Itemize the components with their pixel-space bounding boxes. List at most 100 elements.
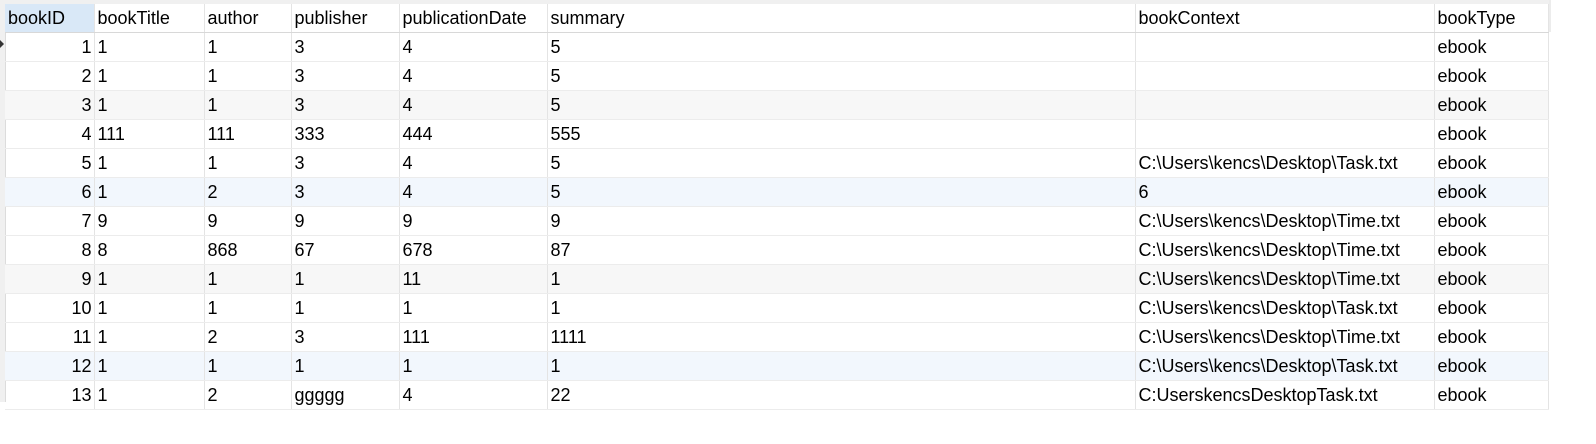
cell-booktitle[interactable]: 1 (94, 177, 205, 207)
cell-bookid[interactable]: 6 (5, 177, 95, 207)
cell-publicationdate[interactable]: 9 (399, 206, 548, 236)
cell-summary[interactable]: 5 (547, 61, 1136, 91)
table-row[interactable]: 10 1 1 1 1 1 C:\Users\kencs\Desktop\Task.txt eb… (5, 293, 1549, 323)
cell-bookcontext[interactable] (1135, 32, 1435, 62)
cell-bookcontext[interactable]: C:\Users\kencs\Desktop\Time.txt (1135, 235, 1435, 265)
cell-author[interactable]: 2 (204, 177, 292, 207)
table-row[interactable]: 5 1 1 3 4 5 C:\Users\kencs\Desktop\Task.txt ebo… (5, 148, 1549, 178)
table-row[interactable]: 6 1 2 3 4 5 6 ebook (5, 177, 1549, 207)
cell-author[interactable]: 111 (204, 119, 292, 149)
cell-bookid[interactable]: 4 (5, 119, 95, 149)
table-row[interactable]: 7 9 9 9 9 9 C:\Users\kencs\Desktop\Time.txt ebo… (5, 206, 1549, 236)
cell-bookid[interactable]: 12 (5, 351, 95, 381)
cell-bookid[interactable]: 11 (5, 322, 95, 352)
cell-summary[interactable]: 1 (547, 264, 1136, 294)
cell-bookcontext[interactable]: C:\Users\kencs\Desktop\Task.txt (1135, 351, 1435, 381)
cell-bookcontext[interactable] (1135, 119, 1435, 149)
cell-booktitle[interactable]: 1 (94, 32, 205, 62)
cell-author[interactable]: 9 (204, 206, 292, 236)
cell-booktype[interactable]: ebook (1434, 351, 1549, 381)
cell-summary[interactable]: 5 (547, 32, 1136, 62)
table-row[interactable]: 12 1 1 1 1 1 C:\Users\kencs\Desktop\Task.txt eb… (5, 351, 1549, 381)
cell-author[interactable]: 1 (204, 293, 292, 323)
cell-publisher[interactable]: 9 (291, 206, 400, 236)
cell-bookcontext[interactable]: C:\Users\kencs\Desktop\Task.txt (1135, 293, 1435, 323)
cell-booktitle[interactable]: 8 (94, 235, 205, 265)
cell-booktype[interactable]: ebook (1434, 177, 1549, 207)
cell-bookid[interactable]: 5 (5, 148, 95, 178)
cell-booktype[interactable]: ebook (1434, 264, 1549, 294)
cell-summary[interactable]: 1111 (547, 322, 1136, 352)
cell-booktitle[interactable]: 1 (94, 322, 205, 352)
cell-publicationdate[interactable]: 444 (399, 119, 548, 149)
cell-publicationdate[interactable]: 4 (399, 61, 548, 91)
cell-bookid[interactable]: 1 (5, 32, 95, 62)
cell-author[interactable]: 1 (204, 61, 292, 91)
cell-publisher[interactable]: 3 (291, 90, 400, 120)
cell-booktitle[interactable]: 1 (94, 61, 205, 91)
cell-publisher[interactable]: 3 (291, 322, 400, 352)
cell-publicationdate[interactable]: 678 (399, 235, 548, 265)
table-row[interactable]: 8 8 868 67 678 87 C:\Users\kencs\Desktop\Time.… (5, 235, 1549, 265)
cell-publisher[interactable]: 3 (291, 148, 400, 178)
cell-author[interactable]: 1 (204, 148, 292, 178)
cell-publicationdate[interactable]: 11 (399, 264, 548, 294)
cell-booktype[interactable]: ebook (1434, 380, 1549, 410)
cell-bookcontext[interactable] (1135, 90, 1435, 120)
cell-author[interactable]: 2 (204, 380, 292, 410)
cell-booktitle[interactable]: 1 (94, 148, 205, 178)
cell-author[interactable]: 1 (204, 351, 292, 381)
cell-booktitle[interactable]: 1 (94, 264, 205, 294)
cell-author[interactable]: 1 (204, 90, 292, 120)
cell-bookcontext[interactable]: 6 (1135, 177, 1435, 207)
cell-booktitle[interactable]: 1 (94, 351, 205, 381)
cell-booktitle[interactable]: 1 (94, 380, 205, 410)
cell-booktype[interactable]: ebook (1434, 61, 1549, 91)
cell-booktype[interactable]: ebook (1434, 293, 1549, 323)
cell-bookid[interactable]: 2 (5, 61, 95, 91)
cell-summary[interactable]: 1 (547, 293, 1136, 323)
cell-summary[interactable]: 5 (547, 177, 1136, 207)
column-header-bookid[interactable]: bookID (5, 4, 95, 33)
column-header-publisher[interactable]: publisher (291, 4, 400, 33)
cell-author[interactable]: 868 (204, 235, 292, 265)
cell-summary[interactable]: 5 (547, 148, 1136, 178)
cell-bookcontext[interactable]: C:\Users\kencs\Desktop\Time.txt (1135, 206, 1435, 236)
cell-publisher[interactable]: 333 (291, 119, 400, 149)
cell-bookcontext[interactable] (1135, 61, 1435, 91)
cell-publicationdate[interactable]: 4 (399, 148, 548, 178)
cell-publisher[interactable]: 3 (291, 61, 400, 91)
cell-publicationdate[interactable]: 1 (399, 351, 548, 381)
cell-summary[interactable]: 87 (547, 235, 1136, 265)
cell-bookcontext[interactable]: C:UserskencsDesktopTask.txt (1135, 380, 1435, 410)
cell-booktype[interactable]: ebook (1434, 119, 1549, 149)
column-header-bookcontext[interactable]: bookContext (1135, 4, 1435, 33)
cell-publicationdate[interactable]: 4 (399, 32, 548, 62)
cell-summary[interactable]: 9 (547, 206, 1136, 236)
cell-bookid[interactable]: 7 (5, 206, 95, 236)
table-row[interactable]: 2 1 1 3 4 5 ebook (5, 61, 1549, 91)
column-header-booktype[interactable]: bookType (1434, 4, 1549, 33)
table-row[interactable]: 3 1 1 3 4 5 ebook (5, 90, 1549, 120)
cell-bookid[interactable]: 8 (5, 235, 95, 265)
cell-publisher[interactable]: ggggg (291, 380, 400, 410)
table-row[interactable]: 11 1 2 3 111 1111 C:\Users\kencs\Desktop\Time.… (5, 322, 1549, 352)
cell-publicationdate[interactable]: 111 (399, 322, 548, 352)
cell-publisher[interactable]: 3 (291, 32, 400, 62)
cell-summary[interactable]: 5 (547, 90, 1136, 120)
cell-publisher[interactable]: 1 (291, 264, 400, 294)
cell-booktype[interactable]: ebook (1434, 206, 1549, 236)
cell-publicationdate[interactable]: 4 (399, 380, 548, 410)
column-header-summary[interactable]: summary (547, 4, 1136, 33)
cell-bookcontext[interactable]: C:\Users\kencs\Desktop\Time.txt (1135, 322, 1435, 352)
cell-author[interactable]: 1 (204, 264, 292, 294)
cell-publisher[interactable]: 3 (291, 177, 400, 207)
column-header-booktitle[interactable]: bookTitle (94, 4, 205, 33)
cell-booktitle[interactable]: 1 (94, 90, 205, 120)
cell-summary[interactable]: 22 (547, 380, 1136, 410)
cell-publicationdate[interactable]: 4 (399, 177, 548, 207)
cell-booktitle[interactable]: 9 (94, 206, 205, 236)
cell-booktype[interactable]: ebook (1434, 148, 1549, 178)
cell-booktitle[interactable]: 111 (94, 119, 205, 149)
table-row[interactable]: 1 1 1 3 4 5 ebook (5, 32, 1549, 62)
